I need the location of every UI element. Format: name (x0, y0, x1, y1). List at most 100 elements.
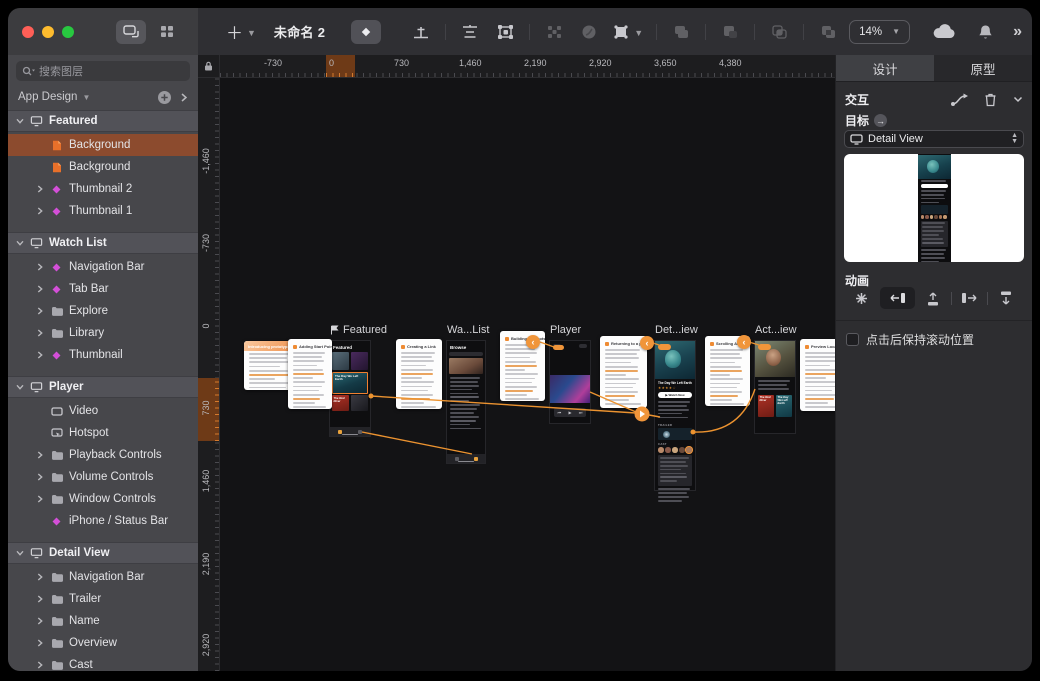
ruler-corner[interactable] (198, 55, 220, 78)
artboard-detail-view[interactable]: Det...iew The Day We Left Earth ★★★★☆ ▶ … (655, 341, 695, 490)
artboard-title[interactable]: Det...iew (655, 324, 698, 336)
note-card-creating-a-link[interactable]: Creating a Link (396, 339, 442, 409)
layer-row[interactable]: Video (8, 400, 198, 422)
card-back-button[interactable]: ‹ (526, 335, 540, 349)
expand-chevron-icon[interactable] (36, 617, 44, 625)
expand-chevron-icon[interactable] (36, 263, 44, 271)
note-card-adding-start-points[interactable]: Adding Start Points (288, 339, 332, 409)
cast-avatars[interactable] (658, 447, 692, 453)
smart-layout-button[interactable] (543, 20, 565, 44)
layer-row[interactable]: Background (8, 156, 198, 178)
layer-row[interactable]: Volume Controls (8, 466, 198, 488)
zoom-window-button[interactable] (62, 26, 74, 38)
anim-slide-from-right-button[interactable] (880, 287, 916, 309)
layer-row[interactable]: Background (8, 134, 198, 156)
canvas-view-toggle-button[interactable] (116, 20, 146, 44)
layer-row[interactable]: Name (8, 610, 198, 632)
expand-chevron-icon[interactable] (36, 185, 44, 193)
artboard-group-row[interactable]: Detail View (8, 542, 198, 564)
collapse-chevron-icon[interactable] (16, 383, 24, 391)
artboard-actor-view[interactable]: Act...iew The Red River The Day We Left … (755, 341, 795, 433)
zoom-level-dropdown[interactable]: 14% ▼ (849, 20, 910, 44)
artboard-title[interactable]: Wa...List (447, 324, 489, 336)
collapse-chevron-icon[interactable] (16, 549, 24, 557)
artboard-title[interactable]: Player (550, 324, 581, 336)
tab-prototype[interactable]: 原型 (934, 55, 1032, 81)
notifications-button[interactable] (978, 24, 993, 40)
expand-chevron-icon[interactable] (36, 285, 44, 293)
artboard-watch-list[interactable]: Wa...List Browse (447, 341, 485, 463)
artboard-title[interactable]: Featured (343, 324, 387, 336)
artboard-title[interactable]: Act...iew (755, 324, 797, 336)
union-button[interactable] (670, 20, 692, 44)
checkbox[interactable] (846, 333, 859, 346)
insert-button[interactable]: ＋ (226, 19, 243, 44)
artboard-group-row[interactable]: Watch List (8, 232, 198, 254)
insert-chevron-icon[interactable]: ▼ (247, 28, 256, 38)
layer-row[interactable]: Library (8, 322, 198, 344)
expand-chevron-icon[interactable] (36, 595, 44, 603)
linked-cast-avatar[interactable] (686, 447, 692, 453)
layer-row[interactable]: Window Controls (8, 488, 198, 510)
layer-row[interactable]: Cast (8, 654, 198, 671)
note-card-returning[interactable]: Returning to a previous Artboard (600, 336, 647, 408)
layer-row[interactable]: iPhone / Status Bar (8, 510, 198, 532)
subtract-button[interactable] (719, 20, 741, 44)
expand-chevron-icon[interactable] (36, 639, 44, 647)
collapse-chevron-icon[interactable] (16, 117, 24, 125)
watch-now-button[interactable]: ▶ Watch Now (658, 392, 692, 398)
minimize-window-button[interactable] (42, 26, 54, 38)
collapse-chevron-icon[interactable] (16, 239, 24, 247)
layer-row[interactable]: Navigation Bar (8, 566, 198, 588)
grid-view-toggle-button[interactable] (152, 20, 182, 44)
red-poster[interactable]: The Red River (758, 395, 774, 417)
cloud-sync-button[interactable] (932, 24, 956, 39)
difference-button[interactable] (817, 20, 839, 44)
expand-chevron-icon[interactable] (36, 451, 44, 459)
layer-row[interactable]: Thumbnail (8, 344, 198, 366)
tab-design[interactable]: 设计 (836, 55, 934, 81)
expand-chevron-icon[interactable] (36, 661, 44, 669)
expand-chevron-icon[interactable] (36, 307, 44, 315)
page-selector[interactable]: App Design ▼ (8, 87, 198, 107)
expand-chevron-icon[interactable] (36, 495, 44, 503)
add-page-button[interactable] (157, 90, 172, 105)
video-layer[interactable] (550, 375, 590, 403)
trailer-thumbnail[interactable] (658, 428, 692, 440)
teal-poster[interactable]: The Day We Left Earth (776, 395, 792, 417)
layer-row[interactable]: Explore (8, 300, 198, 322)
card-back-button[interactable]: ‹ (737, 335, 751, 349)
anim-slide-from-top-button[interactable] (988, 287, 1024, 309)
artboard-group-row[interactable]: Player (8, 376, 198, 398)
artboard-group-row[interactable]: Featured (8, 110, 198, 132)
layer-row[interactable]: Playback Controls (8, 444, 198, 466)
collapse-chevron-icon[interactable] (1013, 96, 1023, 103)
align-button[interactable] (459, 20, 481, 44)
artboard-featured[interactable]: Featured Featured The Day We Left Earth … (330, 341, 370, 436)
selected-poster[interactable]: The Day We Left Earth (332, 372, 368, 394)
canvas[interactable]: Featured Featured The Day We Left Earth … (220, 78, 835, 671)
layer-row[interactable]: Thumbnail 2 (8, 178, 198, 200)
anim-none-button[interactable] (844, 287, 880, 309)
layer-row[interactable]: Overview (8, 632, 198, 654)
card-back-button[interactable]: ‹ (640, 336, 654, 350)
layer-row[interactable]: Thumbnail 1 (8, 200, 198, 222)
expand-chevron-icon[interactable] (36, 351, 44, 359)
maintain-scroll-checkbox-row[interactable]: 点击后保持滚动位置 (846, 331, 974, 348)
edit-shape-button[interactable] (494, 20, 516, 44)
target-dropdown[interactable]: Detail View ▲▼ (844, 130, 1024, 148)
anim-slide-from-bottom-button[interactable] (915, 287, 951, 309)
layer-row[interactable]: Navigation Bar (8, 256, 198, 278)
search-layers-input[interactable]: 搜索图层 (16, 61, 190, 81)
create-symbol-button[interactable] (351, 20, 381, 44)
mask-button[interactable]: ▼ (613, 20, 643, 44)
expand-chevron-icon[interactable] (36, 473, 44, 481)
close-window-button[interactable] (22, 26, 34, 38)
layer-row[interactable]: Tab Bar (8, 278, 198, 300)
note-card-preview-locations[interactable]: Preview Locations (800, 339, 835, 411)
trash-icon[interactable] (984, 92, 997, 107)
prototype-link-icon[interactable] (950, 92, 970, 107)
intersect-button[interactable] (768, 20, 790, 44)
expand-chevron-icon[interactable] (36, 207, 44, 215)
tint-button[interactable] (578, 20, 600, 44)
